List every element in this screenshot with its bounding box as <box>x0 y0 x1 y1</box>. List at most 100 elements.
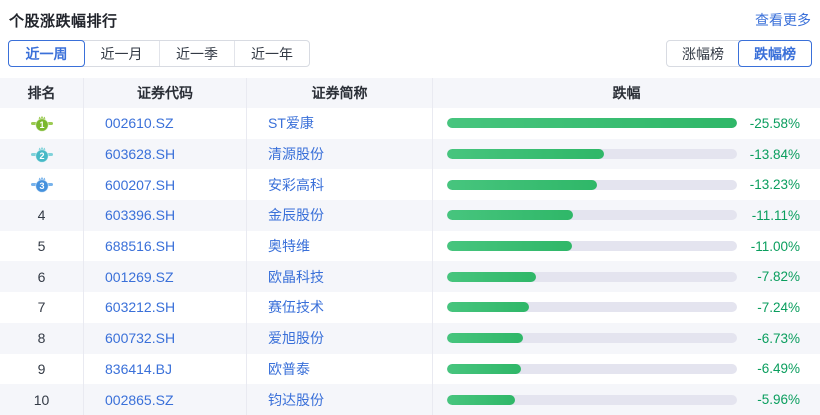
table-body: 1 002610.SZ ST爱康 -25.58% 2 603628.SH 清源股份 -13.8… <box>0 108 820 415</box>
decline-cell: -6.73% <box>433 323 820 354</box>
decline-percent: -11.00% <box>750 238 800 254</box>
table-row: 3 600207.SH 安彩高科 -13.23% <box>0 169 820 201</box>
stock-name-link[interactable]: 安彩高科 <box>268 175 324 195</box>
stock-name-link[interactable]: 欧普泰 <box>268 359 310 379</box>
rank-number: 10 <box>33 391 50 408</box>
stock-code-link[interactable]: 001269.SZ <box>105 269 174 285</box>
table-row: 7 603212.SH 赛伍技术 -7.24% <box>0 292 820 323</box>
decline-cell: -7.24% <box>433 292 820 323</box>
stock-name-link[interactable]: 赛伍技术 <box>268 297 324 317</box>
decline-percent: -7.24% <box>757 299 800 315</box>
table-row: 8 600732.SH 爱旭股份 -6.73% <box>0 322 820 354</box>
stock-code-link[interactable]: 600732.SH <box>105 330 175 346</box>
decline-cell: -7.82% <box>433 261 820 292</box>
decline-cell: -6.49% <box>433 354 820 385</box>
stock-name-link[interactable]: 奥特维 <box>268 236 310 256</box>
rank-number: 7 <box>37 299 46 316</box>
topbar: 个股涨跌幅排行 查看更多 <box>0 0 820 30</box>
rank-cell: 3 <box>0 169 84 201</box>
table-header-row: 排名 证券代码 证券简称 跌幅 <box>0 78 820 108</box>
stock-code-link[interactable]: 600207.SH <box>105 177 175 193</box>
stock-name-link[interactable]: ST爱康 <box>268 113 314 133</box>
period-tab-group: 近一周 近一月 近一季 近一年 <box>8 40 310 67</box>
rank-cell: 2 <box>0 138 84 170</box>
rank-cell: 6 <box>0 261 84 293</box>
decline-bar-track <box>447 271 737 282</box>
svg-text:2: 2 <box>39 151 44 161</box>
rank-medal-icon: 3 <box>30 177 53 194</box>
board-tab-gainers[interactable]: 涨幅榜 <box>667 41 739 66</box>
table-row: 9 836414.BJ 欧普泰 -6.49% <box>0 353 820 385</box>
decline-bar-track <box>447 394 737 405</box>
stock-name-link[interactable]: 金辰股份 <box>268 205 324 225</box>
decline-bar-fill <box>447 394 515 405</box>
decline-bar-track <box>447 118 737 129</box>
decline-cell: -13.84% <box>433 139 820 170</box>
decline-percent: -6.73% <box>757 330 800 346</box>
rank-medal-icon: 2 <box>30 146 53 163</box>
decline-percent: -11.11% <box>751 207 800 223</box>
filter-row: 近一周 近一月 近一季 近一年 涨幅榜 跌幅榜 <box>8 40 812 67</box>
decline-percent: -5.96% <box>757 392 800 408</box>
column-header-name: 证券简称 <box>247 78 433 108</box>
decline-cell: -11.00% <box>433 231 820 262</box>
decline-bar-track <box>447 333 737 344</box>
decline-bar-fill <box>447 271 536 282</box>
stock-name-link[interactable]: 清源股份 <box>268 144 324 164</box>
decline-percent: -25.58% <box>749 115 800 131</box>
column-header-rank: 排名 <box>0 78 84 108</box>
decline-percent: -6.49% <box>757 361 800 377</box>
ranking-table: 排名 证券代码 证券简称 跌幅 1 002610.SZ ST爱康 -25.58% 2 60362… <box>0 78 820 415</box>
period-tab-quarter[interactable]: 近一季 <box>159 41 234 66</box>
stock-name-link[interactable]: 欧晶科技 <box>268 267 324 287</box>
table-row: 2 603628.SH 清源股份 -13.84% <box>0 138 820 170</box>
decline-bar-fill <box>447 149 604 160</box>
table-row: 1 002610.SZ ST爱康 -25.58% <box>0 108 820 139</box>
decline-bar-fill <box>447 210 573 221</box>
column-header-code: 证券代码 <box>84 78 247 108</box>
rank-cell: 5 <box>0 230 84 262</box>
decline-bar-fill <box>447 241 572 252</box>
period-tab-month[interactable]: 近一月 <box>84 41 159 66</box>
rank-number: 8 <box>37 330 46 347</box>
decline-cell: -5.96% <box>433 384 820 415</box>
decline-percent: -13.23% <box>749 177 800 193</box>
stock-ranking-widget: 个股涨跌幅排行 查看更多 近一周 近一月 近一季 近一年 涨幅榜 跌幅榜 排名 证券代码证… <box>0 0 820 415</box>
stock-name-link[interactable]: 爱旭股份 <box>268 328 324 348</box>
stock-code-link[interactable]: 603212.SH <box>105 299 175 315</box>
decline-bar-fill <box>447 118 737 129</box>
rank-cell: 4 <box>0 200 84 231</box>
board-tab-losers[interactable]: 跌幅榜 <box>738 40 812 67</box>
decline-percent: -7.82% <box>757 269 800 285</box>
decline-percent: -13.84% <box>749 146 800 162</box>
stock-code-link[interactable]: 002610.SZ <box>105 115 174 131</box>
table-row: 4 603396.SH 金辰股份 -11.11% <box>0 200 820 231</box>
decline-bar-fill <box>447 333 524 344</box>
svg-text:3: 3 <box>39 181 44 191</box>
decline-bar-fill <box>447 363 521 374</box>
stock-code-link[interactable]: 836414.BJ <box>105 361 172 377</box>
stock-code-link[interactable]: 688516.SH <box>105 238 175 254</box>
table-row: 6 001269.SZ 欧晶科技 -7.82% <box>0 261 820 293</box>
stock-code-link[interactable]: 002865.SZ <box>105 392 174 408</box>
decline-bar-track <box>447 149 737 160</box>
stock-code-link[interactable]: 603628.SH <box>105 146 175 162</box>
decline-bar-fill <box>447 179 597 190</box>
rank-number: 4 <box>37 207 46 224</box>
rank-cell: 7 <box>0 292 84 323</box>
decline-bar-fill <box>447 302 530 313</box>
decline-cell: -13.23% <box>433 169 820 200</box>
table-row: 10 002865.SZ 钧达股份 -5.96% <box>0 384 820 415</box>
svg-text:1: 1 <box>39 120 44 130</box>
period-tab-week[interactable]: 近一周 <box>8 40 85 67</box>
decline-bar-track <box>447 302 737 313</box>
stock-code-link[interactable]: 603396.SH <box>105 207 175 223</box>
period-tab-year[interactable]: 近一年 <box>234 41 309 66</box>
decline-bar-track <box>447 179 737 190</box>
rank-medal-icon: 1 <box>30 115 53 132</box>
rank-cell: 8 <box>0 322 84 354</box>
stock-name-link[interactable]: 钧达股份 <box>268 390 324 410</box>
view-more-link[interactable]: 查看更多 <box>755 10 811 30</box>
rank-number: 5 <box>37 238 46 255</box>
decline-cell: -25.58% <box>433 108 820 139</box>
